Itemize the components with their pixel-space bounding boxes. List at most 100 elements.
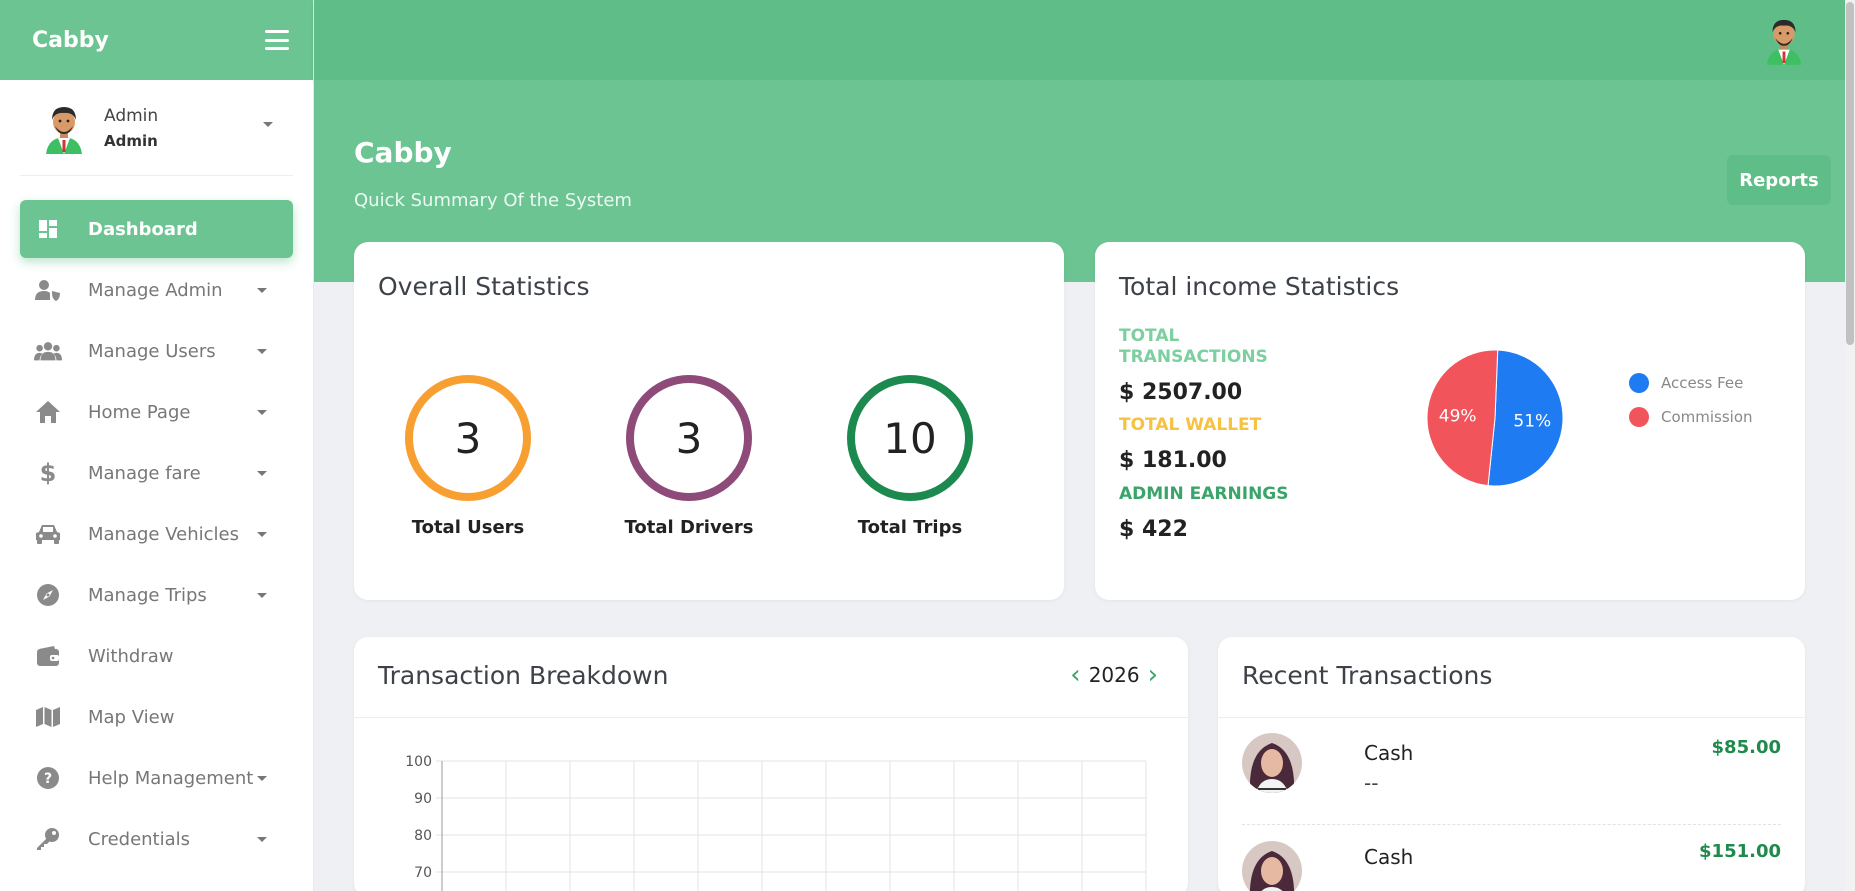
users-icon <box>34 337 62 365</box>
dollar-icon: $ <box>39 459 57 487</box>
profile-name: Admin <box>104 105 159 126</box>
sidebar-item-label: Manage fare <box>88 462 201 484</box>
sidebar-item-label: Map View <box>88 706 175 728</box>
avatar <box>46 106 82 154</box>
pie-data-label: 49% <box>1439 406 1477 426</box>
legend-item-access-fee[interactable]: Access Fee <box>1629 366 1753 400</box>
avatar <box>1242 733 1302 793</box>
pie-legend: Access Fee Commission <box>1629 366 1753 434</box>
scrollbar[interactable] <box>1845 0 1855 891</box>
chevron-down-icon <box>257 532 267 537</box>
wallet-icon <box>34 642 62 670</box>
income-pie-chart[interactable]: 51% 49% <box>1425 348 1565 488</box>
map-icon <box>34 703 62 731</box>
profile-role: Admin <box>104 131 158 150</box>
chevron-down-icon <box>257 593 267 598</box>
year-selector: ‹ 2026 › <box>1062 662 1166 688</box>
admin-earnings-label: ADMIN EARNINGS <box>1119 484 1289 504</box>
chevron-down-icon <box>257 471 267 476</box>
sidebar-item-manage-admin[interactable]: Manage Admin <box>20 261 293 319</box>
sidebar-item-label: Withdraw <box>88 645 174 667</box>
user-avatar-icon[interactable] <box>1761 14 1807 66</box>
sidebar-item-label: Home Page <box>88 401 191 423</box>
chevron-left-icon[interactable]: ‹ <box>1062 662 1088 688</box>
legend-label: Access Fee <box>1661 374 1744 392</box>
stat-total-trips: 10 Total Trips <box>830 375 990 538</box>
sidebar-item-label: Manage Vehicles <box>88 523 239 545</box>
overall-statistics-card: Overall Statistics 3 Total Users 3 Total… <box>354 242 1064 600</box>
sidebar: Cabby Admin Admin Dashboard Manage Admin… <box>0 0 314 891</box>
page-subtitle: Quick Summary Of the System <box>354 190 632 211</box>
stat-total-users: 3 Total Users <box>388 375 548 538</box>
sidebar-item-withdraw[interactable]: Withdraw <box>20 627 293 685</box>
transaction-amount: $151.00 <box>1699 841 1781 862</box>
stat-ring: 3 <box>626 375 752 501</box>
y-tick-label: 90 <box>414 791 432 807</box>
transaction-detail: -- <box>1364 771 1379 795</box>
reports-button[interactable]: Reports <box>1727 155 1831 205</box>
legend-swatch <box>1629 373 1649 393</box>
avatar <box>1242 841 1302 891</box>
sidebar-item-map-view[interactable]: Map View <box>20 688 293 746</box>
stat-ring: 10 <box>847 375 973 501</box>
total-wallet-label: TOTAL WALLET <box>1119 415 1262 435</box>
sidebar-item-manage-vehicles[interactable]: Manage Vehicles <box>20 505 293 563</box>
car-icon <box>34 520 62 548</box>
home-icon <box>34 398 62 426</box>
stat-label: Total Drivers <box>624 517 754 538</box>
chevron-down-icon <box>257 837 267 842</box>
sidebar-item-manage-fare[interactable]: $ Manage fare <box>20 444 293 502</box>
card-title: Overall Statistics <box>378 272 590 301</box>
brand-logo[interactable]: Cabby <box>32 28 109 53</box>
legend-item-commission[interactable]: Commission <box>1629 400 1753 434</box>
y-tick-label: 80 <box>414 828 432 844</box>
legend-swatch <box>1629 407 1649 427</box>
sidebar-item-label: Manage Admin <box>88 279 223 301</box>
sidebar-item-label: Manage Users <box>88 340 216 362</box>
sidebar-item-home-page[interactable]: Home Page <box>20 383 293 441</box>
stat-label: Total Trips <box>857 517 963 538</box>
transaction-amount: $85.00 <box>1711 737 1781 758</box>
y-tick-label: 100 <box>405 754 432 770</box>
brand-bar: Cabby <box>0 0 313 80</box>
sidebar-item-dashboard[interactable]: Dashboard <box>20 200 293 258</box>
pie-data-label: 51% <box>1513 412 1551 432</box>
chevron-down-icon[interactable] <box>263 122 273 127</box>
total-transactions-value: $ 2507.00 <box>1119 380 1243 405</box>
menu-toggle-icon[interactable] <box>265 30 289 50</box>
scrollbar-thumb[interactable] <box>1846 2 1854 345</box>
sidebar-nav: Dashboard Manage Admin Manage Users Home… <box>0 176 313 868</box>
sidebar-item-manage-users[interactable]: Manage Users <box>20 322 293 380</box>
admin-earnings-value: $ 422 <box>1119 517 1188 542</box>
dashboard-icon <box>34 215 62 243</box>
card-title: Total income Statistics <box>1119 272 1400 301</box>
transaction-breakdown-chart: 100 90 80 70 <box>405 754 1147 891</box>
income-statistics-card: Total income Statistics TOTAL TRANSACTIO… <box>1095 242 1805 600</box>
chevron-down-icon <box>257 776 267 781</box>
chevron-down-icon <box>257 288 267 293</box>
card-title: Transaction Breakdown <box>378 661 669 690</box>
compass-icon <box>34 581 62 609</box>
total-wallet-value: $ 181.00 <box>1119 448 1227 473</box>
chevron-right-icon[interactable]: › <box>1140 662 1166 688</box>
help-icon: ? <box>34 764 62 792</box>
sidebar-item-label: Dashboard <box>88 218 198 240</box>
svg-text:?: ? <box>44 771 52 787</box>
chevron-down-icon <box>257 410 267 415</box>
list-item[interactable]: Cash -- $85.00 <box>1242 717 1781 825</box>
card-title: Recent Transactions <box>1242 661 1493 690</box>
stat-total-drivers: 3 Total Drivers <box>609 375 769 538</box>
transaction-type: Cash <box>1364 845 1414 869</box>
stat-ring: 3 <box>405 375 531 501</box>
top-bar <box>314 0 1855 80</box>
admin-shield-icon <box>34 276 62 304</box>
transaction-breakdown-card: Transaction Breakdown ‹ 2026 › 100 90 80 70 <box>354 637 1188 891</box>
chevron-down-icon <box>257 349 267 354</box>
recent-transactions-card: Recent Transactions Cash -- $85.00 Cash … <box>1218 637 1805 891</box>
list-item[interactable]: Cash $151.00 <box>1242 825 1781 891</box>
user-profile[interactable]: Admin Admin <box>20 80 293 176</box>
sidebar-item-credentials[interactable]: Credentials <box>20 810 293 868</box>
sidebar-item-help-management[interactable]: ? Help Management <box>20 749 293 807</box>
y-tick-label: 70 <box>414 865 432 881</box>
sidebar-item-manage-trips[interactable]: Manage Trips <box>20 566 293 624</box>
